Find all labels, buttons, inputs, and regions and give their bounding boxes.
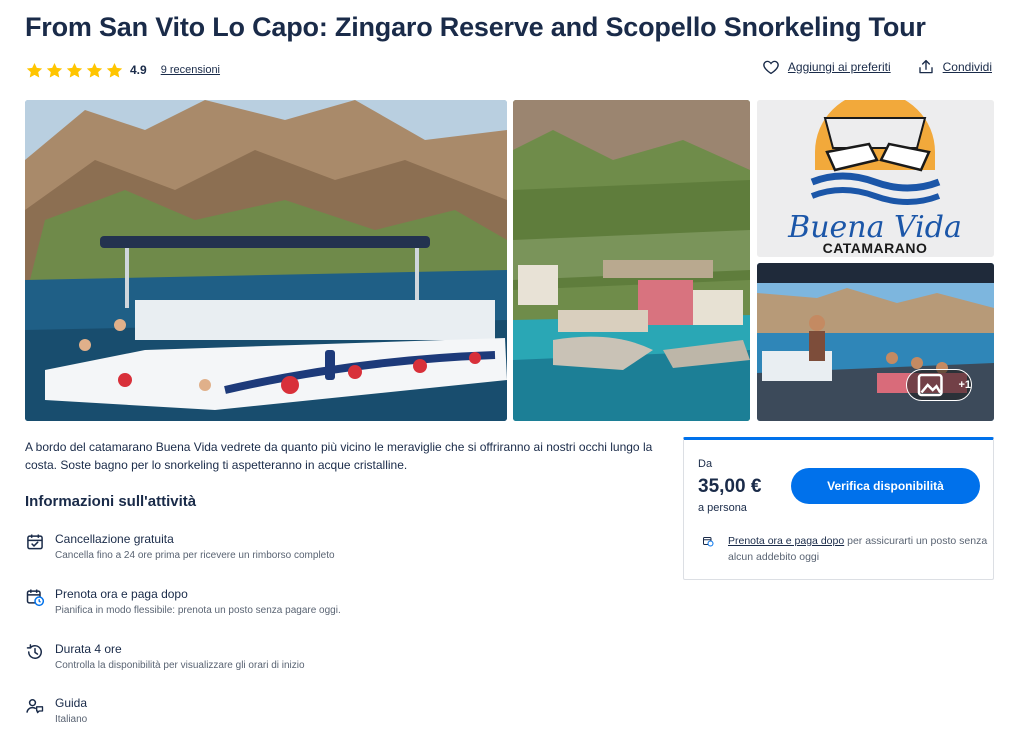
- more-photos-button[interactable]: +1: [906, 369, 972, 401]
- booking-card: Da 35,00 € a persona Verifica disponibil…: [683, 437, 994, 580]
- share-label: Condividi: [942, 60, 992, 74]
- book-later-text: Prenota ora e paga dopo per assicurarti …: [728, 533, 988, 565]
- share-button[interactable]: Condividi: [917, 58, 992, 76]
- guide-icon: [26, 699, 44, 714]
- check-availability-button[interactable]: Verifica disponibilità: [791, 468, 980, 504]
- feature-subtitle: Italiano: [55, 714, 88, 725]
- clock-history-icon: [26, 644, 42, 659]
- star-icon: [86, 62, 103, 77]
- feature-title: Guida: [55, 696, 88, 710]
- reviews-link[interactable]: 9 recensioni: [161, 64, 220, 76]
- feature-subtitle: Controlla la disponibilità per visualizz…: [55, 660, 305, 671]
- header-actions: Aggiungi ai preferiti Condividi: [762, 58, 992, 76]
- info-section-title: Informazioni sull'attività: [25, 493, 197, 510]
- price-unit: a persona: [698, 502, 747, 514]
- feature-title: Prenota ora e paga dopo: [55, 587, 188, 601]
- gallery-photo-logo[interactable]: Buena Vida CATAMARANO: [757, 100, 994, 257]
- star-icon: [106, 62, 123, 77]
- image-icon: [917, 373, 943, 397]
- gallery-photo-cove[interactable]: [513, 100, 750, 421]
- rating-stars: [25, 61, 124, 80]
- more-photos-count: +1: [958, 379, 971, 391]
- buena-vida-logo: Buena Vida CATAMARANO: [757, 100, 994, 257]
- feature-title: Durata 4 ore: [55, 642, 122, 656]
- star-icon: [46, 62, 63, 77]
- price-value: 35,00 €: [698, 476, 762, 497]
- book-later-link[interactable]: Prenota ora e paga dopo: [728, 535, 844, 547]
- logo-subtext: CATAMARANO: [823, 240, 928, 256]
- gallery-photo-catamaran[interactable]: [25, 100, 507, 421]
- star-icon: [26, 62, 43, 77]
- rating-value: 4.9: [130, 63, 147, 77]
- calendar-check-icon: [27, 534, 43, 550]
- share-icon: [918, 59, 933, 74]
- favorite-label: Aggiungi ai preferiti: [787, 60, 891, 74]
- star-icon: [66, 62, 83, 77]
- gallery-photo-deck[interactable]: +1: [757, 263, 994, 421]
- heart-icon: [763, 60, 779, 75]
- price-from-label: Da: [698, 458, 713, 470]
- page-title: From San Vito Lo Capo: Zingaro Reserve a…: [25, 12, 926, 42]
- calendar-clock-icon: [703, 537, 714, 547]
- photo-gallery: Buena Vida CATAMARANO +1: [25, 100, 994, 421]
- cove-photo: [513, 100, 750, 421]
- add-to-favorites-button[interactable]: Aggiungi ai preferiti: [762, 58, 891, 76]
- rating-summary: 4.9 9 recensioni: [25, 60, 220, 80]
- feature-subtitle: Cancella fino a 24 ore prima per ricever…: [55, 550, 335, 561]
- feature-subtitle: Pianifica in modo flessibile: prenota un…: [55, 605, 341, 616]
- calendar-clock-icon: [26, 589, 45, 607]
- feature-title: Cancellazione gratuita: [55, 532, 174, 546]
- catamaran-photo: [25, 100, 507, 421]
- activity-description: A bordo del catamarano Buena Vida vedret…: [25, 440, 653, 472]
